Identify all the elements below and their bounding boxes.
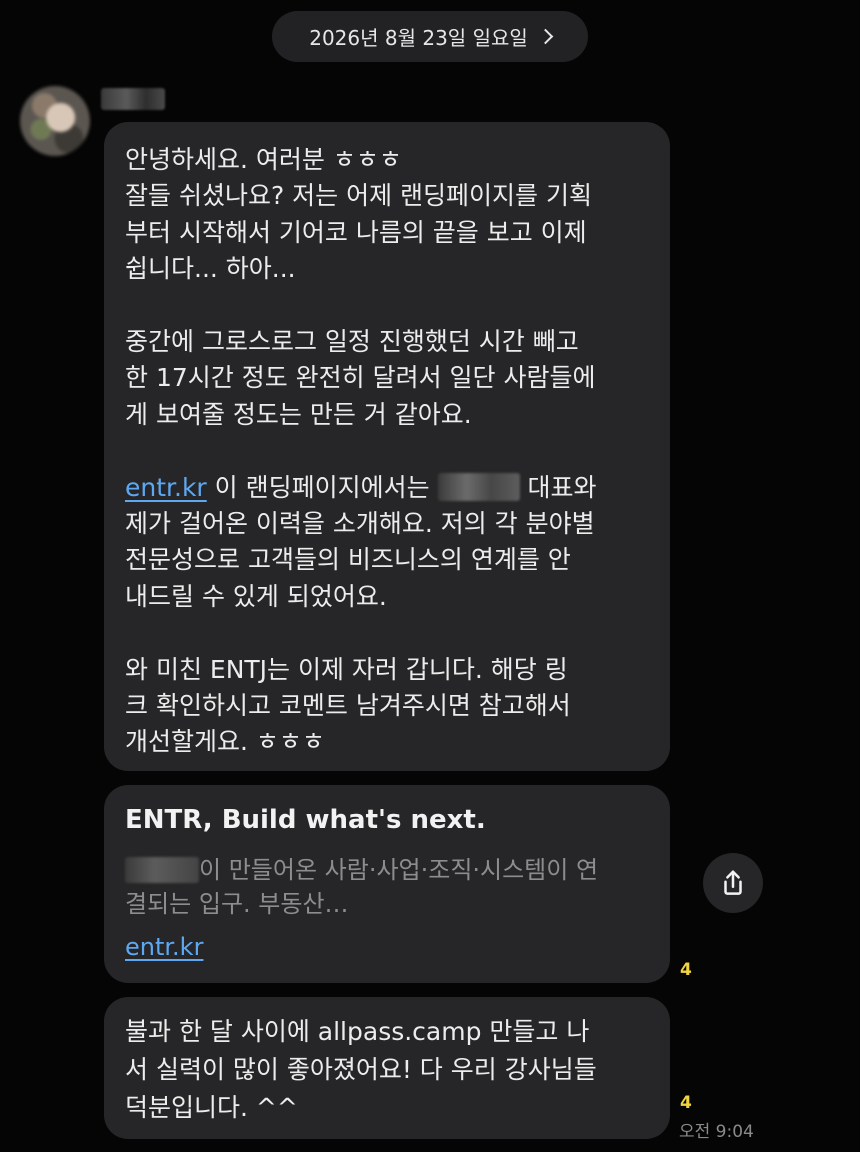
share-icon [724,870,742,895]
link-preview-desc-line: 이 만들어온 사람·사업·조직·시스템이 연 [199,856,599,884]
message-line: 덕분입니다. ^^ [125,1093,298,1122]
date-header-label: 2026년 8월 23일 일요일 [309,26,528,50]
message-text: 불과 한 달 사이에 allpass.camp 만들고 나 서 실력이 많이 좋… [125,1013,655,1127]
message-bubble[interactable]: 안녕하세요. 여러분 ㅎㅎㅎ 잘들 쉬셨나요? 저는 어제 랜딩페이지를 기획 … [104,122,670,771]
unread-count: 4 [680,960,692,980]
message-line: 전문성으로 고객들의 비즈니스의 연계를 안 [125,545,571,575]
message-line: 서 실력이 많이 좋아졌어요! 다 우리 강사님들 [125,1055,597,1084]
message-line: 와 미친 ENTJ는 이제 자러 갑니다. 해당 링 [125,654,568,684]
redacted-name [437,472,520,501]
message-line: 중간에 그로스로그 일정 진행했던 시간 빼고 [125,327,579,357]
message-fragment: 이 랜딩페이지에서는 [214,472,430,502]
link-preview-card[interactable]: ENTR, Build what's next. 이 만들어온 사람·사업·조직… [104,785,670,983]
message-line: 안녕하세요. 여러분 ㅎㅎㅎ [125,145,402,174]
message-link[interactable]: entr.kr [125,473,207,502]
avatar[interactable] [20,86,90,156]
message-line: 잘들 쉬셨나요? 저는 어제 랜딩페이지를 기획 [125,181,593,211]
date-header-button[interactable]: 2026년 8월 23일 일요일 [272,11,588,62]
link-preview-url[interactable]: entr.kr [125,933,203,961]
message-line: 쉽니다... 하아... [125,254,296,284]
link-preview-description: 이 만들어온 사람·사업·조직·시스템이 연 결되는 입구. 부동산… [125,853,655,921]
message-timestamp: 오전 9:04 [679,1122,754,1142]
message-line: 제가 걸어온 이력을 소개해요. 저의 각 분야별 [125,509,595,539]
chevron-right-icon [537,28,554,45]
message-line: 개선할게요. ㅎㅎㅎ [125,727,325,757]
redacted-name [125,857,199,883]
message-text: 안녕하세요. 여러분 ㅎㅎㅎ 잘들 쉬셨나요? 저는 어제 랜딩페이지를 기획 … [125,142,655,761]
message-line: 크 확인하시고 코멘트 남겨주시면 참고해서 [125,691,571,721]
unread-count: 4 [680,1093,692,1113]
message-line: 게 보여줄 정도는 만든 거 같아요. [125,399,472,429]
message-fragment: 대표와 [527,472,597,502]
link-preview-desc-line: 결되는 입구. 부동산… [125,890,349,918]
message-line: 내드릴 수 있게 되었어요. [125,581,387,611]
sender-name-redacted [101,88,165,110]
message-line: 한 17시간 정도 완전히 달려서 일단 사람들에 [125,363,596,393]
message-line: 부터 시작해서 기어코 나름의 끝을 보고 이제 [125,217,587,247]
share-button[interactable] [703,853,763,913]
message-bubble[interactable]: 불과 한 달 사이에 allpass.camp 만들고 나 서 실력이 많이 좋… [104,997,670,1139]
message-line: 불과 한 달 사이에 allpass.camp 만들고 나 [125,1017,590,1046]
message-line: entr.kr 이 랜딩페이지에서는 대표와 [125,470,655,506]
link-preview-title: ENTR, Build what's next. [125,805,486,835]
